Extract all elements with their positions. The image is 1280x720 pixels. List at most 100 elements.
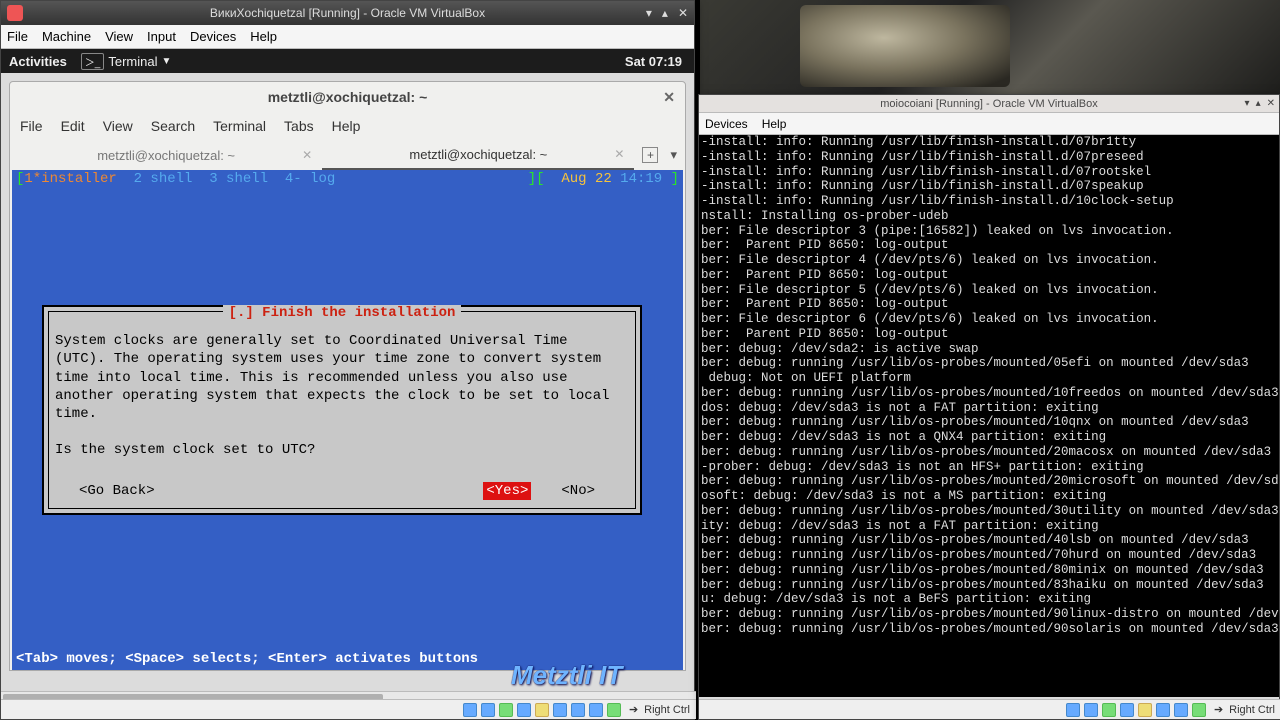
console-line: nstall: Installing os-prober-udeb <box>701 209 1277 224</box>
vbox-menu-item[interactable]: View <box>105 29 133 44</box>
activities-button[interactable]: Activities <box>9 54 67 69</box>
minimize-icon[interactable]: ▾ <box>644 6 654 20</box>
no-button[interactable]: <No> <box>561 482 595 500</box>
vbox-menu-item[interactable]: File <box>7 29 28 44</box>
guest-console[interactable]: -install: info: Running /usr/lib/finish-… <box>699 135 1279 697</box>
console-line: ber: debug: running /usr/lib/os-probes/m… <box>701 622 1277 637</box>
terminal-menubar: File Edit View Search Terminal Tabs Help <box>10 112 685 140</box>
vbox-menu-item[interactable]: Help <box>762 117 787 131</box>
status-icon[interactable] <box>517 703 531 717</box>
chevron-down-icon[interactable]: ▾ <box>670 147 677 163</box>
terminal-menu-item[interactable]: Terminal <box>213 118 266 134</box>
status-icon[interactable] <box>499 703 513 717</box>
terminal-title: metztli@xochiquetzal: ~ <box>268 89 428 105</box>
tab-label: metztli@xochiquetzal: ~ <box>409 147 547 162</box>
tab-close-icon[interactable]: ✕ <box>302 148 312 162</box>
close-icon[interactable]: ✕ <box>663 89 675 106</box>
terminal-menu-item[interactable]: Tabs <box>284 118 314 134</box>
status-icon[interactable] <box>463 703 477 717</box>
maximize-icon[interactable]: ▴ <box>1256 98 1261 109</box>
status-icon[interactable] <box>535 703 549 717</box>
close-icon[interactable]: ✕ <box>676 6 690 20</box>
status-icon[interactable] <box>1156 703 1170 717</box>
terminal-menu-item[interactable]: File <box>20 118 43 134</box>
terminal-tab-1[interactable]: metztli@xochiquetzal: ~ ✕ <box>10 142 322 169</box>
close-icon[interactable]: ✕ <box>1267 98 1275 109</box>
terminal-content[interactable]: [ 1*installer 2 shell 3 shell 4- log][ A… <box>12 170 683 670</box>
status-icon[interactable] <box>1066 703 1080 717</box>
console-line: ber: debug: running /usr/lib/os-probes/m… <box>701 607 1277 622</box>
console-line: ber: File descriptor 4 (/dev/pts/6) leak… <box>701 253 1277 268</box>
vbox-titlebar[interactable]: moiocoiani [Running] - Oracle VM Virtual… <box>699 95 1279 113</box>
console-line: -install: info: Running /usr/lib/finish-… <box>701 179 1277 194</box>
gnome-terminal-window: metztli@xochiquetzal: ~ ✕ File Edit View Se… <box>9 81 686 671</box>
console-line: debug: Not on UEFI platform <box>701 371 1277 386</box>
terminal-menu-item[interactable]: View <box>103 118 133 134</box>
console-line: ber: debug: /dev/sda3 is not a QNX4 part… <box>701 430 1277 445</box>
dialog-title: [.] Finish the installation <box>223 305 462 321</box>
status-icon[interactable] <box>1084 703 1098 717</box>
vbox-menu-item[interactable]: Devices <box>190 29 236 44</box>
minimize-icon[interactable]: ▾ <box>1245 98 1250 109</box>
chevron-down-icon: ▼ <box>162 56 172 67</box>
console-line: ity: debug: /dev/sda3 is not a FAT parti… <box>701 519 1277 534</box>
status-icon[interactable] <box>1192 703 1206 717</box>
host-key-arrow-icon: ➔ <box>1214 703 1223 716</box>
status-icon[interactable] <box>589 703 603 717</box>
maximize-icon[interactable]: ▴ <box>660 6 670 20</box>
tab-label: metztli@xochiquetzal: ~ <box>97 148 235 163</box>
console-line: dos: debug: /dev/sda3 is not a FAT parti… <box>701 401 1277 416</box>
status-icon[interactable] <box>571 703 585 717</box>
vbox-menu-item[interactable]: Input <box>147 29 176 44</box>
console-line: -prober: debug: /dev/sda3 is not an HFS+… <box>701 460 1277 475</box>
app-menu[interactable]: Terminal <box>108 54 157 69</box>
terminal-menu-item[interactable]: Search <box>151 118 195 134</box>
terminal-titlebar[interactable]: metztli@xochiquetzal: ~ ✕ <box>10 82 685 112</box>
terminal-menu-item[interactable]: Help <box>332 118 361 134</box>
console-line: ber: debug: running /usr/lib/os-probes/m… <box>701 415 1277 430</box>
status-icon[interactable] <box>1102 703 1116 717</box>
console-line: ber: debug: running /usr/lib/os-probes/m… <box>701 474 1277 489</box>
vbox-menubar: Devices Help <box>699 113 1279 135</box>
console-line: u: debug: /dev/sda3 is not a BeFS partit… <box>701 592 1277 607</box>
status-icon[interactable] <box>1120 703 1134 717</box>
status-icon[interactable] <box>1138 703 1152 717</box>
vbox-title: moiocoiani [Running] - Oracle VM Virtual… <box>880 98 1097 110</box>
vbox-menu-item[interactable]: Machine <box>42 29 91 44</box>
status-icon[interactable] <box>481 703 495 717</box>
status-icon[interactable] <box>1174 703 1188 717</box>
desktop-background <box>700 0 1280 94</box>
console-line: ber: Parent PID 8650: log-output <box>701 238 1277 253</box>
go-back-button[interactable]: <Go Back> <box>79 482 155 500</box>
console-line: ber: debug: running /usr/lib/os-probes/m… <box>701 533 1277 548</box>
new-tab-button[interactable]: + <box>642 147 658 163</box>
yes-button[interactable]: <Yes> <box>483 482 531 500</box>
status-icon[interactable] <box>607 703 621 717</box>
tab-close-icon[interactable]: ✕ <box>614 147 624 161</box>
terminal-menu-item[interactable]: Edit <box>61 118 85 134</box>
vbox-titlebar[interactable]: ВикиXochiquetzal [Running] - Oracle VM V… <box>1 1 694 25</box>
clock[interactable]: Sat 07:19 <box>625 54 682 69</box>
console-line: ber: debug: running /usr/lib/os-probes/m… <box>701 386 1277 401</box>
console-line: -install: info: Running /usr/lib/finish-… <box>701 165 1277 180</box>
console-line: ber: Parent PID 8650: log-output <box>701 327 1277 342</box>
vbox-window-left: ВикиXochiquetzal [Running] - Oracle VM V… <box>0 0 695 720</box>
console-line: ber: Parent PID 8650: log-output <box>701 297 1277 312</box>
console-line: ber: debug: running /usr/lib/os-probes/m… <box>701 548 1277 563</box>
console-line: -install: info: Running /usr/lib/finish-… <box>701 150 1277 165</box>
console-line: ber: File descriptor 6 (/dev/pts/6) leak… <box>701 312 1277 327</box>
terminal-tab-2[interactable]: metztli@xochiquetzal: ~ ✕ <box>322 141 634 170</box>
vbox-menu-item[interactable]: Devices <box>705 117 748 131</box>
console-line: ber: debug: running /usr/lib/os-probes/m… <box>701 445 1277 460</box>
console-line: ber: debug: running /usr/lib/os-probes/m… <box>701 578 1277 593</box>
console-line: -install: info: Running /usr/lib/finish-… <box>701 194 1277 209</box>
watermark: Metztli IT <box>511 660 622 691</box>
console-line: ber: File descriptor 5 (/dev/pts/6) leak… <box>701 283 1277 298</box>
keyboard-hint: <Tab> moves; <Space> selects; <Enter> ac… <box>16 650 478 668</box>
terminal-app-icon: ＞_ <box>81 53 105 70</box>
installer-dialog: [.] Finish the installation System clock… <box>42 305 642 515</box>
status-icon[interactable] <box>553 703 567 717</box>
host-key-label: Right Ctrl <box>1229 704 1275 716</box>
tmux-status-line: [ 1*installer 2 shell 3 shell 4- log][ A… <box>12 170 683 188</box>
vbox-menu-item[interactable]: Help <box>250 29 277 44</box>
